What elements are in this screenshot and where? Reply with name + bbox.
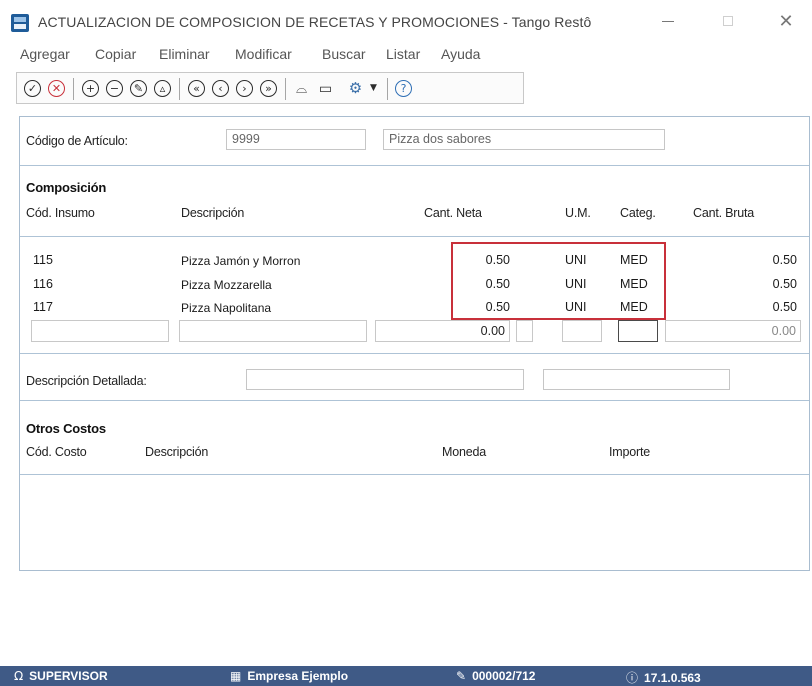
add-icon[interactable]: +: [82, 80, 99, 97]
status-version: ⓘ 17.1.0.563: [626, 669, 701, 686]
status-serial-text: 000002/712: [472, 669, 536, 683]
maximize-button[interactable]: [708, 8, 748, 34]
col-cod-insumo: Cód. Insumo: [26, 206, 95, 220]
otros-costos-title: Otros Costos: [26, 421, 106, 436]
toolbar-separator: [179, 78, 180, 100]
main-panel: Código de Artículo: 9999 Pizza dos sabor…: [19, 116, 810, 571]
divider: [20, 474, 809, 475]
divider: [20, 400, 809, 401]
toolbar-separator: [285, 78, 286, 100]
col-categ: Categ.: [620, 206, 656, 220]
status-version-text: 17.1.0.563: [644, 670, 701, 685]
status-user-text: SUPERVISOR: [29, 669, 108, 683]
divider: [20, 353, 809, 354]
new-cant-neta-input[interactable]: 0.00: [375, 320, 510, 342]
title-bar: ACTUALIZACION DE COMPOSICION DE RECETAS …: [0, 0, 812, 38]
user-icon: Ω: [14, 669, 24, 683]
app-window: ACTUALIZACION DE COMPOSICION DE RECETAS …: [0, 0, 812, 686]
new-categ-input[interactable]: [618, 320, 658, 342]
col-descripcion: Descripción: [181, 206, 245, 220]
maximize-icon: [723, 16, 733, 26]
app-logo-icon: [11, 14, 29, 32]
delete-icon[interactable]: ▵: [154, 80, 171, 97]
divider: [20, 165, 809, 166]
toolbar: ✓ ✕ + − ✎ ▵ « ‹ › » ⌓ ▭ ⚙ ▼ ?: [16, 72, 524, 104]
col-costo-descripcion: Descripción: [145, 445, 209, 459]
info-icon: ⓘ: [626, 671, 639, 685]
cancel-icon[interactable]: ✕: [48, 80, 65, 97]
col-cod-costo: Cód. Costo: [26, 445, 87, 459]
row-cod: 116: [33, 277, 53, 291]
key-icon: ✎: [456, 669, 467, 683]
new-descripcion-input[interactable]: [179, 320, 367, 342]
codigo-articulo-input[interactable]: 9999: [226, 129, 366, 150]
minimize-button[interactable]: [648, 8, 688, 34]
previous-icon[interactable]: ‹: [212, 80, 229, 97]
new-extra-input[interactable]: [516, 320, 533, 342]
row-cod: 117: [33, 300, 53, 314]
col-cant-bruta: Cant. Bruta: [693, 206, 755, 220]
last-icon[interactable]: »: [260, 80, 277, 97]
col-importe: Importe: [609, 445, 650, 459]
menu-buscar[interactable]: Buscar: [322, 46, 366, 62]
highlight-box: [451, 242, 666, 320]
status-user: Ω SUPERVISOR: [14, 669, 108, 683]
codigo-articulo-label: Código de Artículo:: [26, 134, 128, 148]
row-desc: Pizza Mozzarella: [181, 278, 272, 292]
toolbar-separator: [387, 78, 388, 100]
edit-icon[interactable]: ✎: [130, 80, 147, 97]
remove-icon[interactable]: −: [106, 80, 123, 97]
minimize-icon: [662, 20, 674, 22]
status-company-text: Empresa Ejemplo: [247, 669, 349, 683]
menu-agregar[interactable]: Agregar: [20, 46, 70, 62]
status-bar: Ω SUPERVISOR ▦ Empresa Ejemplo ✎ 000002/…: [0, 666, 812, 686]
row-cant-bruta: 0.50: [772, 277, 797, 291]
dropdown-icon[interactable]: ▼: [365, 80, 382, 97]
binoculars-icon[interactable]: ⌓: [293, 80, 310, 97]
row-cant-bruta: 0.50: [772, 300, 797, 314]
close-button[interactable]: ✕: [766, 8, 806, 34]
col-cant-neta: Cant. Neta: [424, 206, 482, 220]
menu-modificar[interactable]: Modificar: [235, 46, 292, 62]
row-desc: Pizza Jamón y Morron: [181, 254, 301, 268]
new-cant-bruta-input[interactable]: 0.00: [665, 320, 801, 342]
close-icon: ✕: [778, 10, 794, 31]
building-icon: ▦: [230, 669, 242, 683]
descripcion-detallada-input-2[interactable]: [543, 369, 730, 390]
status-company: ▦ Empresa Ejemplo: [230, 669, 348, 683]
help-icon[interactable]: ?: [395, 80, 412, 97]
first-icon[interactable]: «: [188, 80, 205, 97]
monitor-icon[interactable]: ▭: [317, 80, 334, 97]
new-cod-insumo-input[interactable]: [31, 320, 169, 342]
new-um-input[interactable]: [562, 320, 602, 342]
check-icon[interactable]: ✓: [24, 80, 41, 97]
next-icon[interactable]: ›: [236, 80, 253, 97]
row-cod: 115: [33, 253, 53, 267]
col-moneda: Moneda: [442, 445, 486, 459]
row-desc: Pizza Napolitana: [181, 301, 272, 315]
row-cant-bruta: 0.50: [772, 253, 797, 267]
composicion-title: Composición: [26, 180, 107, 195]
toolbar-separator: [73, 78, 74, 100]
descripcion-detallada-input-1[interactable]: [246, 369, 524, 390]
divider: [20, 236, 809, 237]
window-title: ACTUALIZACION DE COMPOSICION DE RECETAS …: [38, 14, 592, 30]
articulo-description-input[interactable]: Pizza dos sabores: [383, 129, 665, 150]
status-serial: ✎ 000002/712: [456, 669, 535, 683]
col-um: U.M.: [565, 206, 591, 220]
menu-eliminar[interactable]: Eliminar: [159, 46, 210, 62]
menu-bar: Agregar Copiar Eliminar Modificar Buscar…: [0, 44, 812, 66]
gear-icon[interactable]: ⚙: [347, 80, 364, 97]
descripcion-detallada-label: Descripción Detallada:: [26, 374, 147, 388]
menu-copiar[interactable]: Copiar: [95, 46, 136, 62]
menu-listar[interactable]: Listar: [386, 46, 420, 62]
menu-ayuda[interactable]: Ayuda: [441, 46, 480, 62]
